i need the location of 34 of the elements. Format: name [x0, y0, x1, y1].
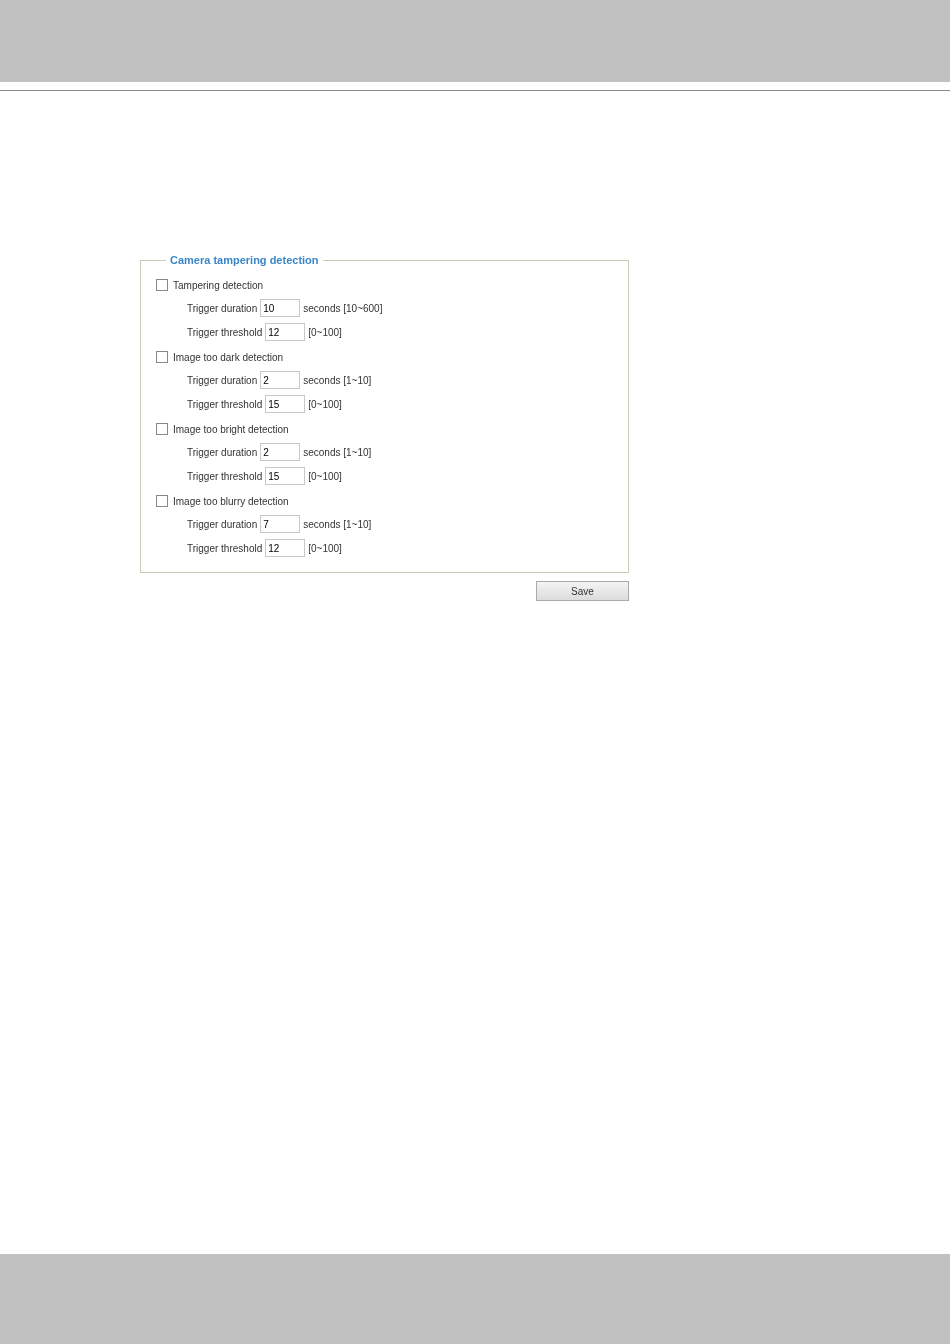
input-field[interactable]: 12 — [265, 323, 306, 341]
checkbox[interactable] — [156, 279, 168, 291]
checkbox[interactable] — [156, 423, 168, 435]
field-label: Trigger duration — [187, 518, 258, 530]
checkbox-label: Image too dark detection — [173, 351, 284, 363]
checkbox-label: Image too bright detection — [173, 423, 289, 435]
range-hint: [0~100] — [308, 326, 342, 338]
range-hint: seconds [10~600] — [303, 302, 383, 314]
range-hint: seconds [1~10] — [303, 518, 372, 530]
range-hint: [0~100] — [308, 398, 342, 410]
save-button[interactable]: Save — [536, 581, 629, 601]
field-label: Trigger duration — [187, 446, 258, 458]
input-field[interactable]: 2 — [260, 443, 301, 461]
checkbox[interactable] — [156, 495, 168, 507]
panel-title: Camera tampering detection — [169, 254, 320, 266]
range-hint: seconds [1~10] — [303, 446, 372, 458]
input-field[interactable]: 15 — [265, 395, 306, 413]
field-label: Trigger threshold — [187, 326, 263, 338]
range-hint: seconds [1~10] — [303, 374, 372, 386]
input-field[interactable]: 15 — [265, 467, 306, 485]
range-hint: [0~100] — [308, 542, 342, 554]
checkbox-label: Tampering detection — [173, 279, 264, 291]
field-label: Trigger duration — [187, 302, 258, 314]
input-field[interactable]: 2 — [260, 371, 301, 389]
input-field[interactable]: 7 — [260, 515, 301, 533]
input-field[interactable]: 10 — [260, 299, 301, 317]
checkbox[interactable] — [156, 351, 168, 363]
range-hint: [0~100] — [308, 470, 342, 482]
input-field[interactable]: 12 — [265, 539, 306, 557]
checkbox-label: Image too blurry detection — [173, 495, 289, 507]
field-label: Trigger threshold — [187, 398, 263, 410]
field-label: Trigger duration — [187, 374, 258, 386]
field-label: Trigger threshold — [187, 542, 263, 554]
field-label: Trigger threshold — [187, 470, 263, 482]
